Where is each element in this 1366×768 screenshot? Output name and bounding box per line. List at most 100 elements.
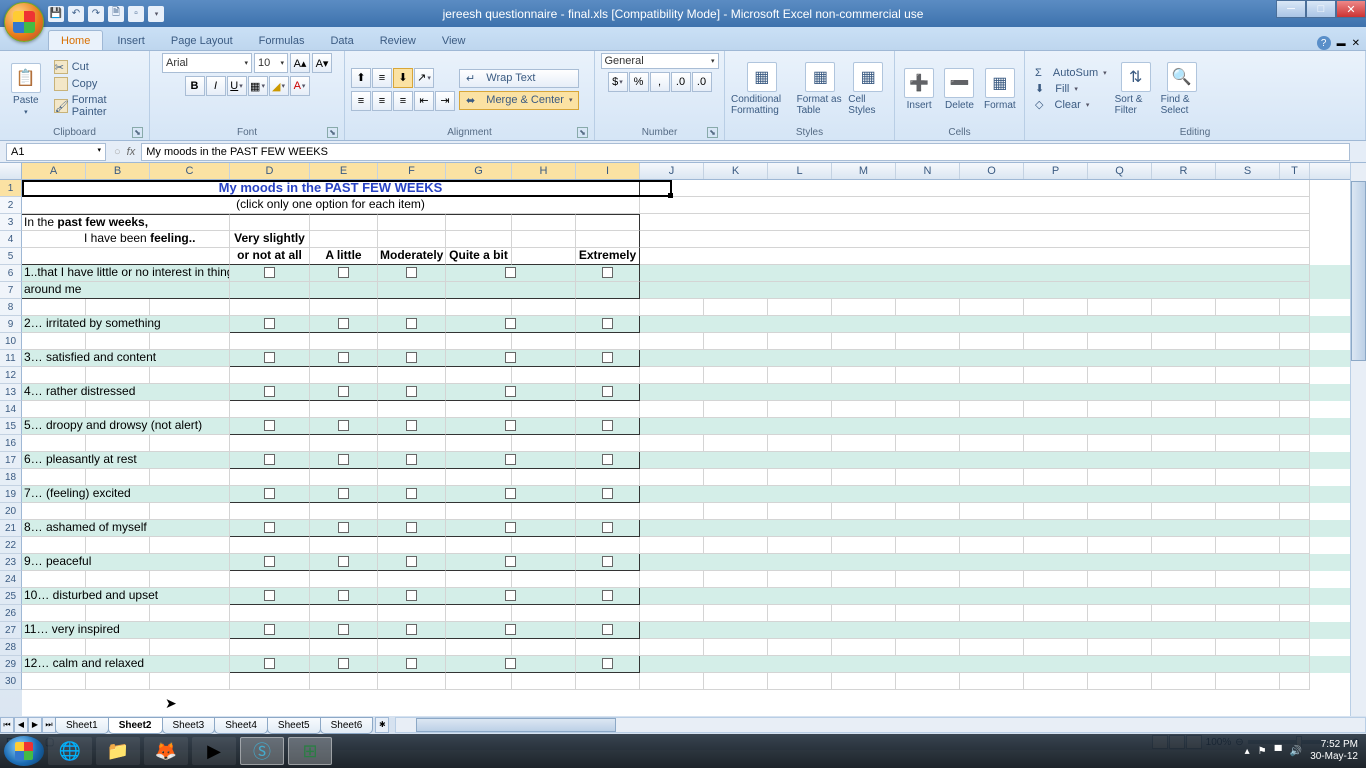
- row-header[interactable]: 7: [0, 282, 22, 299]
- checkbox[interactable]: [338, 386, 349, 397]
- spreadsheet-grid[interactable]: ABCDEFGHIJKLMNOPQRST 1234567891011121314…: [0, 163, 1366, 716]
- row-header[interactable]: 6: [0, 265, 22, 282]
- tab-home[interactable]: Home: [48, 30, 103, 50]
- bold-button[interactable]: B: [185, 76, 205, 96]
- cell[interactable]: [512, 248, 576, 265]
- cell[interactable]: 7… (feeling) excited: [22, 486, 230, 503]
- wrap-text-button[interactable]: ↵ Wrap Text: [459, 69, 579, 88]
- cell[interactable]: Quite a bit: [446, 248, 512, 265]
- fill-button[interactable]: ⬇ Fill: [1031, 81, 1111, 96]
- checkbox[interactable]: [264, 352, 275, 363]
- checkbox[interactable]: [264, 590, 275, 601]
- start-button[interactable]: [4, 736, 44, 766]
- cell[interactable]: [446, 554, 576, 571]
- tab-data[interactable]: Data: [318, 31, 365, 50]
- cell[interactable]: [446, 214, 512, 231]
- cell[interactable]: [378, 350, 446, 367]
- cell[interactable]: [230, 520, 310, 537]
- cell[interactable]: [576, 486, 640, 503]
- cell[interactable]: My moods in the PAST FEW WEEKS: [22, 180, 640, 197]
- row-header[interactable]: 22: [0, 537, 22, 554]
- cell[interactable]: [378, 520, 446, 537]
- row-header[interactable]: 25: [0, 588, 22, 605]
- underline-button[interactable]: U: [227, 76, 247, 96]
- cell[interactable]: [446, 520, 576, 537]
- column-header[interactable]: R: [1152, 163, 1216, 179]
- merge-center-button[interactable]: ⬌ Merge & Center: [459, 91, 579, 110]
- cell[interactable]: [446, 384, 576, 401]
- checkbox[interactable]: [264, 556, 275, 567]
- row-header[interactable]: 5: [0, 248, 22, 265]
- checkbox[interactable]: [338, 318, 349, 329]
- horizontal-scrollbar[interactable]: [395, 717, 1366, 733]
- checkbox[interactable]: [602, 624, 613, 635]
- prev-sheet-button[interactable]: ◀: [14, 717, 28, 733]
- close-button[interactable]: ✕: [1336, 0, 1366, 18]
- cell[interactable]: [378, 214, 446, 231]
- row-header[interactable]: 2: [0, 197, 22, 214]
- checkbox[interactable]: [505, 267, 516, 278]
- cell[interactable]: [230, 282, 310, 299]
- cell[interactable]: [310, 452, 378, 469]
- sheet-tab[interactable]: Sheet1: [55, 717, 109, 734]
- column-header[interactable]: K: [704, 163, 768, 179]
- cell[interactable]: 3… satisfied and content: [22, 350, 230, 367]
- checkbox[interactable]: [602, 352, 613, 363]
- new-icon[interactable]: ▫: [128, 6, 144, 22]
- cell[interactable]: [378, 452, 446, 469]
- cell[interactable]: [378, 588, 446, 605]
- orientation-button[interactable]: ↗: [414, 68, 434, 88]
- checkbox[interactable]: [602, 318, 613, 329]
- cell[interactable]: [576, 282, 640, 299]
- cell[interactable]: In the past few weeks,: [22, 214, 230, 231]
- cell[interactable]: 4… rather distressed: [22, 384, 230, 401]
- cell[interactable]: [378, 656, 446, 673]
- checkbox[interactable]: [264, 624, 275, 635]
- checkbox[interactable]: [406, 658, 417, 669]
- cell[interactable]: [378, 486, 446, 503]
- last-sheet-button[interactable]: ⏭: [42, 717, 56, 733]
- cell[interactable]: [446, 588, 576, 605]
- checkbox[interactable]: [602, 386, 613, 397]
- taskbar-firefox-icon[interactable]: 🦊: [144, 737, 188, 765]
- cell[interactable]: [446, 622, 576, 639]
- cell[interactable]: 6… pleasantly at rest: [22, 452, 230, 469]
- cell[interactable]: 8… ashamed of myself: [22, 520, 230, 537]
- system-clock[interactable]: 7:52 PM 30-May-12: [1310, 739, 1358, 763]
- delete-cell-button[interactable]: ➖Delete: [941, 68, 977, 111]
- checkbox[interactable]: [406, 454, 417, 465]
- row-header[interactable]: 8: [0, 299, 22, 316]
- align-left-button[interactable]: ≡: [351, 91, 371, 111]
- conditional-formatting-button[interactable]: ▦Conditional Formatting: [731, 62, 793, 116]
- align-middle-button[interactable]: ≡: [372, 68, 392, 88]
- checkbox[interactable]: [264, 420, 275, 431]
- checkbox[interactable]: [602, 488, 613, 499]
- cell[interactable]: [230, 588, 310, 605]
- cell[interactable]: [378, 265, 446, 282]
- new-sheet-button[interactable]: ✱: [375, 717, 389, 733]
- decrease-indent-button[interactable]: ⇤: [414, 91, 434, 111]
- row-header[interactable]: 4: [0, 231, 22, 248]
- format-painter-button[interactable]: 🖌Format Painter: [50, 93, 143, 119]
- row-header[interactable]: 28: [0, 639, 22, 656]
- row-header[interactable]: 15: [0, 418, 22, 435]
- font-name-select[interactable]: Arial▾: [162, 53, 252, 73]
- clipboard-dialog-icon[interactable]: ⬊: [132, 127, 143, 138]
- sheet-tab[interactable]: Sheet2: [108, 717, 163, 734]
- cell-styles-button[interactable]: ▦Cell Styles: [848, 62, 888, 116]
- row-header[interactable]: 10: [0, 333, 22, 350]
- row-header[interactable]: 16: [0, 435, 22, 452]
- font-dialog-icon[interactable]: ⬊: [327, 127, 338, 138]
- minimize-button[interactable]: ─: [1276, 0, 1306, 18]
- checkbox[interactable]: [406, 590, 417, 601]
- cell[interactable]: 2… irritated by something: [22, 316, 230, 333]
- checkbox[interactable]: [264, 267, 275, 278]
- cell[interactable]: [378, 384, 446, 401]
- insert-cell-button[interactable]: ➕Insert: [901, 68, 937, 111]
- maximize-button[interactable]: □: [1306, 0, 1336, 18]
- column-header[interactable]: T: [1280, 163, 1310, 179]
- column-header[interactable]: J: [640, 163, 704, 179]
- format-cell-button[interactable]: ▦Format: [982, 68, 1018, 111]
- cell[interactable]: 11… very inspired: [22, 622, 230, 639]
- column-header[interactable]: P: [1024, 163, 1088, 179]
